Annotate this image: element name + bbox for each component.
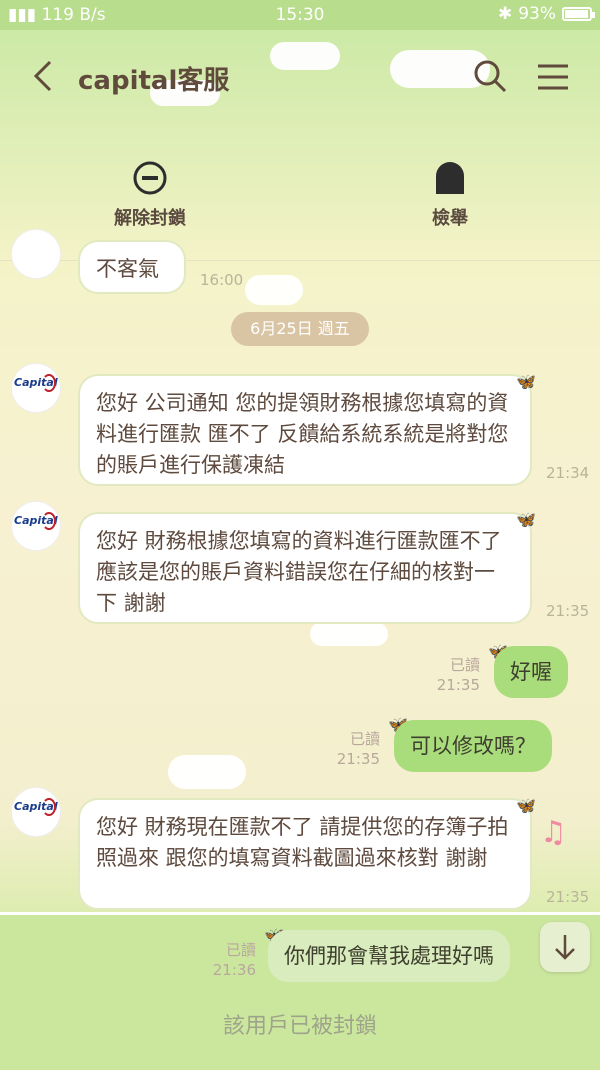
message-time: 21:34 xyxy=(546,464,590,482)
message-time: 21:35 xyxy=(546,888,590,906)
unblock-label: 解除封鎖 xyxy=(114,208,186,229)
read-receipt: 已讀 21:36 xyxy=(212,941,256,979)
menu-icon[interactable] xyxy=(536,62,570,92)
status-bar: ▮▮▮ 119 B/s 15:30 ✱ 93% xyxy=(0,0,600,30)
message-time: 16:00 xyxy=(200,271,244,289)
butterfly-sticker-icon: 🦋 xyxy=(516,372,536,391)
butterfly-sticker-icon: 🦋 xyxy=(516,796,536,815)
arrow-down-icon xyxy=(555,935,575,960)
back-arrow-icon[interactable] xyxy=(30,56,58,96)
unblock-button[interactable]: 解除封鎖 xyxy=(70,160,230,230)
bluetooth-icon: ✱ xyxy=(497,4,513,24)
unblock-icon xyxy=(133,161,167,195)
avatar[interactable] xyxy=(12,230,60,278)
avatar[interactable]: Capital xyxy=(12,364,60,412)
status-right: ✱ 93% xyxy=(497,4,595,24)
message-bubble: 您好 財務現在匯款不了 請提供您的存簿子拍照過來 跟您的填寫資料截圖過來核對 謝… xyxy=(78,798,532,910)
report-button[interactable]: 檢舉 xyxy=(370,160,530,230)
sent-message-bubble: 你們那會幫我處理好嗎 xyxy=(268,930,510,982)
butterfly-sticker-icon: 🦋 xyxy=(516,510,536,529)
avatar[interactable]: Capital xyxy=(12,502,60,550)
message-bubble: 不客氣 xyxy=(78,240,186,294)
report-label: 檢舉 xyxy=(432,208,468,229)
cloud-decoration xyxy=(168,755,246,789)
message-bubble: 您好 財務根據您填寫的資料進行匯款匯不了 應該是您的賬戶資料錯誤您在仔細的核對一… xyxy=(78,512,532,624)
battery-percent: 93% xyxy=(518,4,556,24)
chat-title: capital客服 xyxy=(78,66,230,96)
scroll-to-bottom-button[interactable] xyxy=(540,922,590,972)
sent-message-bubble: 可以修改嗎？ xyxy=(394,720,552,772)
cloud-decoration xyxy=(310,622,388,646)
music-note-icon: ♫ xyxy=(540,815,567,850)
read-receipt: 已讀 21:35 xyxy=(336,730,380,768)
message-bubble: 您好 公司通知 您的提領財務根據您填寫的資料進行匯款 匯不了 反饋給系統系統是將… xyxy=(78,374,532,486)
battery-icon xyxy=(562,7,595,21)
message-time: 21:35 xyxy=(546,602,590,620)
chat-header: capital客服 xyxy=(0,30,600,120)
avatar[interactable]: Capital xyxy=(12,788,60,836)
blocked-notice: 該用戶已被封鎖 xyxy=(222,1014,377,1039)
cloud-decoration xyxy=(245,275,303,305)
search-icon[interactable] xyxy=(472,58,508,94)
read-receipt: 已讀 21:35 xyxy=(436,656,480,694)
date-chip: 6月25日 週五 xyxy=(231,312,369,346)
sent-message-bubble: 好喔 xyxy=(494,646,568,698)
report-icon xyxy=(436,162,464,194)
